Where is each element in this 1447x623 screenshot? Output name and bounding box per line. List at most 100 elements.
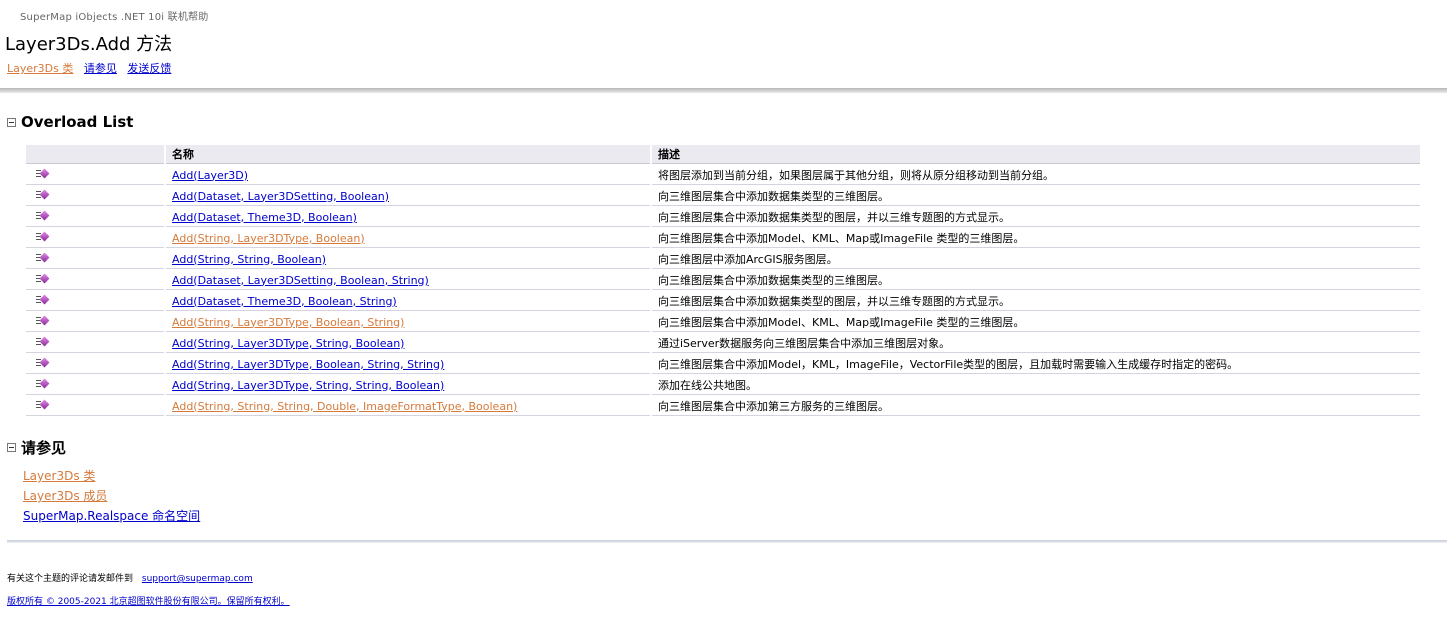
send-feedback-link[interactable]: 发送反馈 [127, 62, 171, 75]
method-name-cell: Add(Dataset, Theme3D, Boolean) [166, 208, 650, 227]
method-link[interactable]: Add(Dataset, Layer3DSetting, Boolean) [172, 190, 389, 203]
row-icon-cell [26, 355, 164, 374]
name-column-header: 名称 [166, 145, 650, 164]
method-description: 向三维图层集合中添加数据集类型的图层，并以三维专题图的方式显示。 [652, 292, 1420, 311]
feedback-line: 有关这个主题的评论请发邮件到 support@supermap.com [7, 571, 253, 584]
method-link[interactable]: Add(String, Layer3DType, Boolean, String… [172, 316, 404, 329]
feedback-text: 有关这个主题的评论请发邮件到 [7, 574, 134, 584]
method-link[interactable]: Add(Dataset, Theme3D, Boolean, String) [172, 295, 397, 308]
overload-list-heading[interactable]: Overload List [7, 113, 133, 131]
see-also-heading[interactable]: 请参见 [7, 437, 66, 458]
header-divider [0, 88, 1447, 93]
public-method-icon [36, 189, 50, 200]
public-method-icon [36, 315, 50, 326]
method-link[interactable]: Add(String, Layer3DType, Boolean, String… [172, 358, 444, 371]
collapse-minus-icon[interactable] [7, 443, 16, 452]
method-name-cell: Add(Layer3D) [166, 166, 650, 185]
method-link[interactable]: Add(String, String, Boolean) [172, 253, 326, 266]
public-method-icon [36, 252, 50, 263]
method-name-cell: Add(String, String, String, Double, Imag… [166, 397, 650, 416]
method-link[interactable]: Add(Dataset, Theme3D, Boolean) [172, 211, 357, 224]
method-description: 向三维图层中添加ArcGIS服务图层。 [652, 250, 1420, 269]
table-row: Add(String, String, Boolean) 向三维图层中添加ArcG… [26, 250, 1420, 269]
method-name-cell: Add(String, Layer3DType, Boolean) [166, 229, 650, 248]
see-also-namespace-link[interactable]: SuperMap.Realspace 命名空间 [23, 509, 200, 523]
row-icon-cell [26, 208, 164, 227]
public-method-icon [36, 168, 50, 179]
row-icon-cell [26, 292, 164, 311]
public-method-icon [36, 336, 50, 347]
method-name-cell: Add(String, Layer3DType, String, Boolean… [166, 334, 650, 353]
method-description: 添加在线公共地图。 [652, 376, 1420, 395]
table-row: Add(Dataset, Layer3DSetting, Boolean, St… [26, 271, 1420, 290]
page-header: SuperMap iObjects .NET 10i 联机帮助 Layer3Ds… [0, 0, 1447, 88]
row-icon-cell [26, 166, 164, 185]
overload-table: 名称 描述 Add(Layer3D) 将图层添加到当前分组，如果图层属于其他分组，… [24, 143, 1422, 418]
public-method-icon [36, 378, 50, 389]
method-description: 向三维图层集合中添加Model、KML、Map或ImageFile 类型的三维图… [652, 313, 1420, 332]
table-row: Add(String, Layer3DType, Boolean) 向三维图层集合… [26, 229, 1420, 248]
table-row: Add(String, Layer3DType, String, Boolean… [26, 334, 1420, 353]
overload-table-body: Add(Layer3D) 将图层添加到当前分组，如果图层属于其他分组，则将从原分组… [26, 166, 1420, 416]
page-title: Layer3Ds.Add 方法 [5, 34, 173, 55]
method-description: 向三维图层集合中添加Model，KML，ImageFile，VectorFile… [652, 355, 1420, 374]
table-row: Add(Dataset, Theme3D, Boolean) 向三维图层集合中添加… [26, 208, 1420, 227]
method-link[interactable]: Add(Dataset, Layer3DSetting, Boolean, St… [172, 274, 429, 287]
see-also-list: Layer3Ds 类 Layer3Ds 成员 SuperMap.Realspac… [23, 466, 200, 526]
support-email-link[interactable]: support@supermap.com [142, 574, 253, 584]
see-also-members-link[interactable]: Layer3Ds 成员 [23, 489, 107, 503]
table-row: Add(String, String, String, Double, Imag… [26, 397, 1420, 416]
method-link[interactable]: Add(String, Layer3DType, String, Boolean… [172, 337, 404, 350]
method-name-cell: Add(Dataset, Layer3DSetting, Boolean) [166, 187, 650, 206]
row-icon-cell [26, 313, 164, 332]
table-row: Add(String, Layer3DType, Boolean, String… [26, 313, 1420, 332]
desc-column-header: 描述 [652, 145, 1420, 164]
method-name-cell: Add(Dataset, Theme3D, Boolean, String) [166, 292, 650, 311]
row-icon-cell [26, 397, 164, 416]
public-method-icon [36, 357, 50, 368]
icon-column-header [26, 145, 164, 164]
method-link[interactable]: Add(String, Layer3DType, Boolean) [172, 232, 365, 245]
see-also-link[interactable]: 请参见 [84, 62, 117, 75]
public-method-icon [36, 399, 50, 410]
see-also-title: 请参见 [21, 439, 67, 457]
method-name-cell: Add(Dataset, Layer3DSetting, Boolean, St… [166, 271, 650, 290]
table-row: Add(String, Layer3DType, Boolean, String… [26, 355, 1420, 374]
method-description: 向三维图层集合中添加数据集类型的图层，并以三维专题图的方式显示。 [652, 208, 1420, 227]
method-description: 向三维图层集合中添加Model、KML、Map或ImageFile 类型的三维图… [652, 229, 1420, 248]
method-name-cell: Add(String, Layer3DType, Boolean, String… [166, 355, 650, 374]
method-description: 向三维图层集合中添加数据集类型的三维图层。 [652, 271, 1420, 290]
table-row: Add(String, Layer3DType, String, String,… [26, 376, 1420, 395]
footer-divider [7, 540, 1447, 543]
row-icon-cell [26, 271, 164, 290]
product-name: SuperMap iObjects .NET 10i 联机帮助 [20, 12, 209, 23]
copyright-link[interactable]: 版权所有 © 2005-2021 北京超图软件股份有限公司。保留所有权利。 [7, 597, 290, 607]
public-method-icon [36, 273, 50, 284]
row-icon-cell [26, 334, 164, 353]
collapse-minus-icon[interactable] [7, 117, 16, 127]
overload-list-title: Overload List [21, 113, 134, 131]
header-links: Layer3Ds 类 请参见 发送反馈 [7, 60, 178, 76]
method-name-cell: Add(String, String, Boolean) [166, 250, 650, 269]
method-name-cell: Add(String, Layer3DType, Boolean, String… [166, 313, 650, 332]
copyright-line: 版权所有 © 2005-2021 北京超图软件股份有限公司。保留所有权利。 [7, 594, 290, 607]
public-method-icon [36, 231, 50, 242]
method-link[interactable]: Add(String, Layer3DType, String, String,… [172, 379, 444, 392]
table-row: Add(Layer3D) 将图层添加到当前分组，如果图层属于其他分组，则将从原分组… [26, 166, 1420, 185]
public-method-icon [36, 210, 50, 221]
method-name-cell: Add(String, Layer3DType, String, String,… [166, 376, 650, 395]
method-link[interactable]: Add(String, String, String, Double, Imag… [172, 400, 517, 413]
table-row: Add(Dataset, Theme3D, Boolean, String) 向三… [26, 292, 1420, 311]
row-icon-cell [26, 187, 164, 206]
method-description: 通过iServer数据服务向三维图层集合中添加三维图层对象。 [652, 334, 1420, 353]
method-link[interactable]: Add(Layer3D) [172, 169, 248, 182]
row-icon-cell [26, 376, 164, 395]
class-link[interactable]: Layer3Ds 类 [7, 62, 73, 75]
table-header-row: 名称 描述 [26, 145, 1420, 164]
method-description: 向三维图层集合中添加第三方服务的三维图层。 [652, 397, 1420, 416]
row-icon-cell [26, 229, 164, 248]
method-description: 将图层添加到当前分组，如果图层属于其他分组，则将从原分组移动到当前分组。 [652, 166, 1420, 185]
row-icon-cell [26, 250, 164, 269]
see-also-class-link[interactable]: Layer3Ds 类 [23, 469, 95, 483]
table-row: Add(Dataset, Layer3DSetting, Boolean) 向三维… [26, 187, 1420, 206]
